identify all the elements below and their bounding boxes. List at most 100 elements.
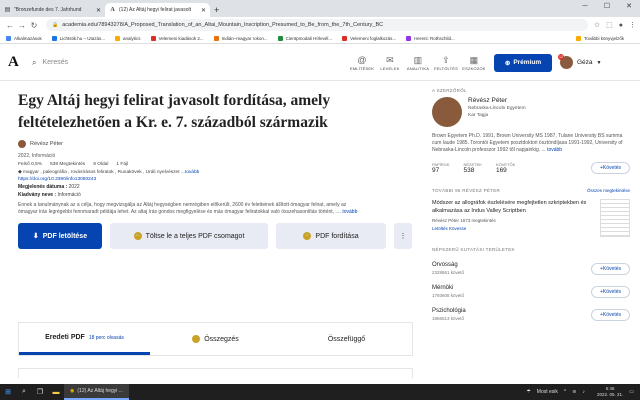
avatar: 12	[558, 54, 573, 69]
back-icon[interactable]: ←	[4, 21, 16, 30]
new-tab-icon[interactable]: +	[214, 5, 219, 15]
abstract-more-link[interactable]: tovább	[342, 209, 357, 215]
extensions-icon[interactable]: ⬚	[606, 21, 613, 29]
stat-pages: 9 Oldal	[93, 162, 109, 167]
academia-icon: A	[110, 6, 115, 13]
weather-text[interactable]: Most esik	[537, 389, 558, 395]
lock-icon: 🔒	[52, 22, 59, 28]
taskbar-app-chrome[interactable]: ◉ (12) Az Altáj hegyi ...	[64, 384, 129, 400]
bookmark-item[interactable]: Alkalmazások	[6, 35, 42, 41]
chrome-icon: ◉	[70, 388, 75, 394]
section-header: A SZERZŐRŐL	[432, 88, 467, 93]
bookmark-item[interactable]: Velemeni kiadások 2...	[150, 35, 204, 41]
menu-messages[interactable]: ✉ LEVELEK	[376, 55, 404, 71]
related-paper[interactable]: Módszer az allográfok észlelésére megfej…	[432, 199, 630, 237]
chevron-up-icon[interactable]: ^	[564, 389, 566, 395]
reload-icon[interactable]: ↻	[28, 21, 40, 30]
stat-rank: Felső 0,5%	[18, 162, 42, 167]
minimize-icon[interactable]: ─	[574, 0, 596, 14]
bookmark-item[interactable]: Indián–magyar rokon...	[213, 35, 268, 41]
volume-icon[interactable]: ♪	[582, 389, 585, 395]
follow-author-button[interactable]: + Követés	[591, 162, 630, 174]
weather-icon: ☂	[526, 389, 531, 395]
other-bookmarks[interactable]: További könyvjelzők	[575, 35, 624, 41]
user-name: Géza	[577, 59, 593, 66]
window-controls: ─ ☐ ✕	[574, 0, 640, 14]
bookmark-item[interactable]: Lichtstik.hu – Utazás...	[51, 35, 105, 41]
notification-icon[interactable]: ▭	[629, 389, 634, 395]
follow-field-button[interactable]: + Követés	[591, 262, 630, 275]
tab-original-pdf[interactable]: Eredeti PDF 18 perc olvasás	[19, 323, 150, 355]
follow-field-button[interactable]: + Követés	[591, 285, 630, 298]
bookmark-item[interactable]: Velemeni foglalkozás...	[342, 35, 396, 41]
search-icon[interactable]: ⌕	[16, 384, 32, 400]
notification-badge: 12	[558, 54, 564, 60]
menu-icon[interactable]: ⋮	[629, 21, 636, 29]
folder-icon	[575, 35, 581, 41]
page-title: Egy Altáj hegyi felirat javasolt fordítá…	[18, 92, 331, 131]
count-views: NÉZETEK 538	[463, 162, 482, 174]
more-options-button[interactable]: ⋮	[394, 223, 412, 249]
paper-type: 2022, Információ	[18, 153, 56, 159]
follow-field-button[interactable]: + Követés	[591, 308, 630, 321]
wifi-icon[interactable]: ≋	[572, 389, 576, 395]
doi-link[interactable]: https://doi.org/10.3390/info13050243	[18, 177, 413, 182]
menu-mentions[interactable]: @ EMLÍTÉSEK	[348, 55, 376, 71]
author-name[interactable]: Révész Péter	[468, 97, 526, 104]
url-field[interactable]: 🔒 academia.edu/78943278/A_Proposed_Trans…	[46, 19, 588, 31]
tags-more-link[interactable]: ...tovább	[181, 170, 199, 175]
author-photo	[432, 97, 462, 127]
browser-tab-2[interactable]: A (12) Az Altáj hegyi felirat javasolt ✕	[105, 3, 210, 17]
sidebar: A SZERZŐRŐL Révész Péter Nebraska-Lincol…	[432, 88, 630, 321]
search-input[interactable]: ⌕ Keresés	[32, 53, 342, 73]
clock[interactable]: 5:46 2022. 05. 21.	[591, 386, 623, 398]
bookmark-icon	[213, 35, 219, 41]
bookmark-item[interactable]: Hereni: Rothschild...	[406, 35, 455, 41]
download-pdf-button[interactable]: ⬇ PDF letöltése	[18, 223, 102, 249]
bookmark-icon	[150, 35, 156, 41]
close-icon[interactable]: ✕	[96, 7, 101, 14]
task-view-icon[interactable]: ❐	[32, 384, 48, 400]
view-all-link[interactable]: Összes megtekintése	[587, 188, 630, 193]
paper-author[interactable]: Révész Péter	[18, 140, 413, 148]
related-paper-title[interactable]: Módszer az allográfok észlelésére megfej…	[432, 199, 600, 215]
tab-summary[interactable]: Összegzés	[150, 323, 281, 355]
tab-related[interactable]: Összefüggő	[281, 323, 412, 355]
user-menu[interactable]: 12 Géza ▼	[558, 54, 602, 69]
premium-button[interactable]: ⊕ Prémium	[494, 53, 552, 72]
menu-analytics[interactable]: ▥ ANALITIKA	[404, 55, 432, 71]
bookmark-item[interactable]: analytics	[115, 35, 141, 41]
menu-tools[interactable]: ▦ ESZKÖZÖK	[460, 55, 488, 71]
download-package-button[interactable]: 🔒 Töltse le a teljes PDF csomagot	[110, 223, 268, 249]
stat-files: 1 Fájl	[116, 162, 129, 167]
author-bio: Brown Egyetem Ph.D. 1991, Brown Universi…	[432, 133, 623, 153]
translate-pdf-button[interactable]: 🔒 PDF fordítása	[276, 223, 386, 249]
grid-icon: ▦	[469, 54, 479, 65]
star-icon[interactable]: ☆	[594, 21, 600, 29]
publisher: Kiadvány neve : Információ	[18, 192, 81, 198]
site-header: A ⌕ Keresés @ EMLÍTÉSEK ✉ LEVELEK ▥ ANALITI…	[0, 45, 640, 81]
bookmark-item[interactable]: Cientpmodali Hírlevél...	[277, 35, 332, 41]
forward-icon[interactable]: →	[16, 21, 28, 30]
browser-tab-1[interactable]: ▤ "Bronzefunde des 7. Jahrhund ✕	[0, 3, 105, 17]
file-explorer-icon[interactable]: ▬	[48, 384, 64, 400]
pub-date: Megjelenés dátuma : 2022	[18, 184, 80, 190]
chevron-down-icon: ▼	[596, 59, 602, 66]
paper-tabs: Eredeti PDF 18 perc olvasás Összegzés Öss…	[18, 322, 413, 356]
windows-start-icon[interactable]: ⊞	[0, 384, 16, 400]
author-card[interactable]: Révész Péter Nebraska-Lincoln Egyetem Ka…	[432, 97, 630, 127]
related-paper-actions[interactable]: Letöltés Kövesse	[432, 226, 600, 231]
profile-icon[interactable]: ●	[619, 22, 623, 29]
lock-icon: 🔒	[303, 232, 312, 240]
maximize-icon[interactable]: ☐	[596, 0, 618, 14]
academia-logo[interactable]: A	[8, 54, 28, 71]
stat-views: 538 Megtekintés	[50, 162, 86, 167]
browser-tab-bar: ▤ "Bronzefunde des 7. Jahrhund ✕ A (12) …	[0, 0, 640, 17]
bookmark-icon	[277, 35, 283, 41]
tab-label: "Bronzefunde des 7. Jahrhund	[14, 7, 82, 13]
close-window-icon[interactable]: ✕	[618, 0, 640, 14]
menu-upload[interactable]: ⇪ FELTÖLTÉS	[432, 55, 460, 71]
apps-icon	[6, 35, 11, 41]
close-icon[interactable]: ✕	[201, 7, 206, 14]
bio-more-link[interactable]: tovább	[547, 147, 562, 153]
